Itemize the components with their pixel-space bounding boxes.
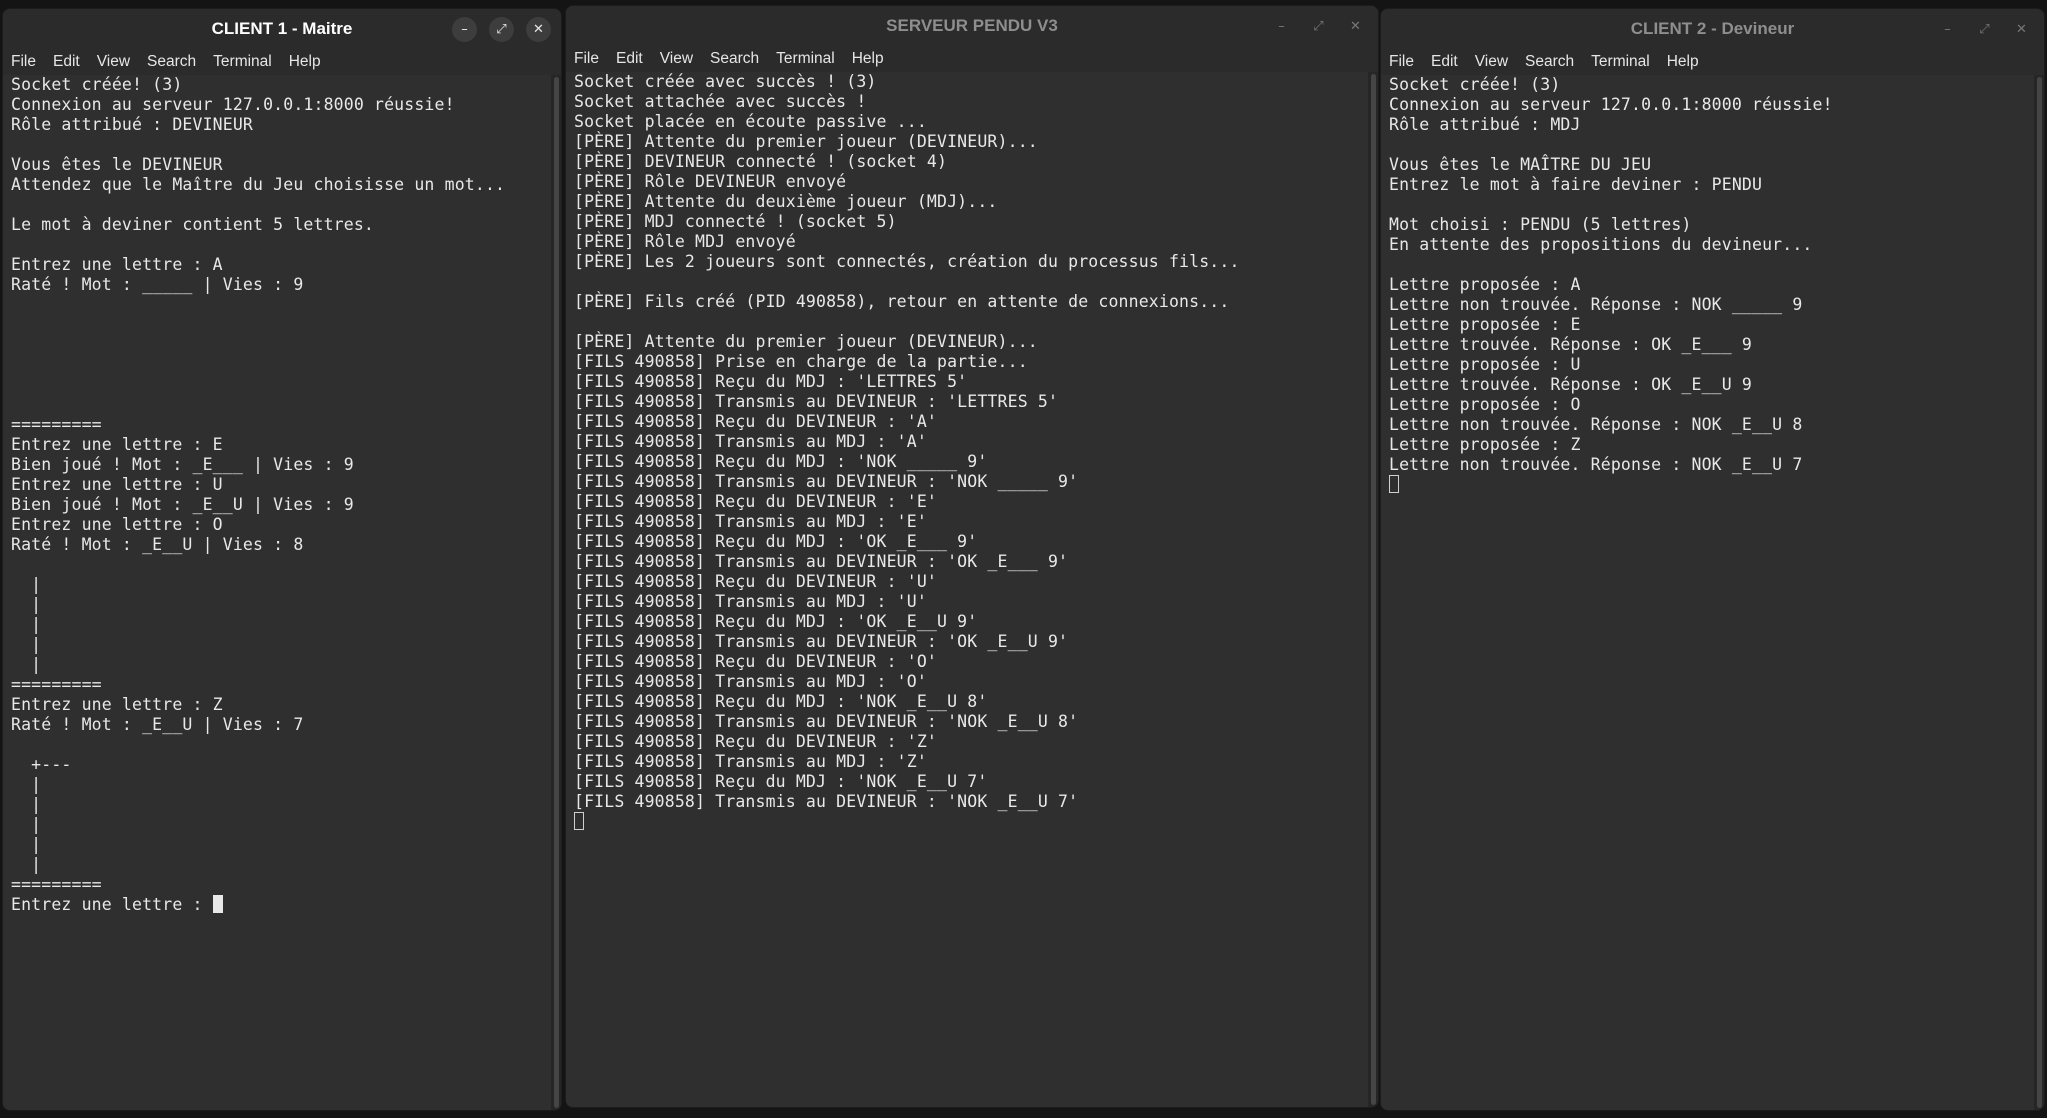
maximize-icon[interactable]: ⤢ — [1972, 17, 1997, 42]
menu-view[interactable]: View — [97, 53, 130, 71]
menu-file[interactable]: File — [574, 50, 599, 68]
window-title: SERVEUR PENDU V3 — [886, 16, 1058, 35]
minimize-icon[interactable]: – — [452, 17, 477, 42]
menu-search[interactable]: Search — [1525, 53, 1574, 71]
terminal-area[interactable]: Socket créée avec succès ! (3) Socket at… — [566, 72, 1368, 1107]
terminal-cursor — [574, 812, 584, 830]
close-icon[interactable]: ✕ — [1343, 14, 1368, 39]
menu-terminal[interactable]: Terminal — [1591, 53, 1650, 71]
scrollbar[interactable] — [551, 75, 561, 1110]
terminal-output: Socket créée! (3) Connexion au serveur 1… — [11, 75, 506, 914]
terminal-output: Socket créée avec succès ! (3) Socket at… — [574, 72, 1240, 811]
menu-terminal[interactable]: Terminal — [213, 53, 272, 71]
minimize-icon[interactable]: – — [1935, 17, 1960, 42]
menu-search[interactable]: Search — [710, 50, 759, 68]
menu-view[interactable]: View — [1475, 53, 1508, 71]
scrollbar-thumb[interactable] — [1371, 74, 1376, 1105]
menu-help[interactable]: Help — [289, 53, 321, 71]
menu-file[interactable]: File — [1389, 53, 1414, 71]
client2-titlebar[interactable]: CLIENT 2 - Devineur – ⤢ ✕ — [1381, 9, 2044, 49]
client1-titlebar[interactable]: CLIENT 1 - Maitre – ⤢ ✕ — [3, 9, 561, 49]
menu-help[interactable]: Help — [852, 50, 884, 68]
menu-edit[interactable]: Edit — [53, 53, 80, 71]
close-icon[interactable]: ✕ — [2009, 17, 2034, 42]
scrollbar[interactable] — [2034, 75, 2044, 1110]
window-title: CLIENT 1 - Maitre — [211, 19, 353, 38]
menu-help[interactable]: Help — [1667, 53, 1699, 71]
client1-window[interactable]: CLIENT 1 - Maitre – ⤢ ✕ File Edit View S… — [2, 8, 562, 1111]
close-icon[interactable]: ✕ — [526, 17, 551, 42]
scrollbar-thumb[interactable] — [2037, 77, 2042, 1108]
window-title: CLIENT 2 - Devineur — [1630, 19, 1795, 38]
server-window[interactable]: SERVEUR PENDU V3 – ⤢ ✕ File Edit View Se… — [565, 5, 1379, 1108]
maximize-icon[interactable]: ⤢ — [489, 17, 514, 42]
menu-file[interactable]: File — [11, 53, 36, 71]
menu-terminal[interactable]: Terminal — [776, 50, 835, 68]
menu-view[interactable]: View — [660, 50, 693, 68]
scrollbar-thumb[interactable] — [554, 77, 559, 1108]
menubar: File Edit View Search Terminal Help — [3, 49, 561, 75]
menu-edit[interactable]: Edit — [616, 50, 643, 68]
client2-window[interactable]: CLIENT 2 - Devineur – ⤢ ✕ File Edit View… — [1380, 8, 2045, 1111]
menubar: File Edit View Search Terminal Help — [566, 46, 1378, 72]
terminal-cursor — [212, 895, 223, 913]
terminal-area[interactable]: Socket créée! (3) Connexion au serveur 1… — [1381, 75, 2034, 1110]
scrollbar[interactable] — [1368, 72, 1378, 1107]
terminal-area[interactable]: Socket créée! (3) Connexion au serveur 1… — [3, 75, 551, 1110]
menubar: File Edit View Search Terminal Help — [1381, 49, 2044, 75]
menu-search[interactable]: Search — [147, 53, 196, 71]
terminal-output: Socket créée! (3) Connexion au serveur 1… — [1389, 75, 1833, 474]
minimize-icon[interactable]: – — [1269, 14, 1294, 39]
server-titlebar[interactable]: SERVEUR PENDU V3 – ⤢ ✕ — [566, 6, 1378, 46]
maximize-icon[interactable]: ⤢ — [1306, 14, 1331, 39]
desktop: { "menu": ["File", "Edit", "View", "Sear… — [0, 0, 2047, 1118]
menu-edit[interactable]: Edit — [1431, 53, 1458, 71]
terminal-cursor — [1389, 475, 1399, 493]
